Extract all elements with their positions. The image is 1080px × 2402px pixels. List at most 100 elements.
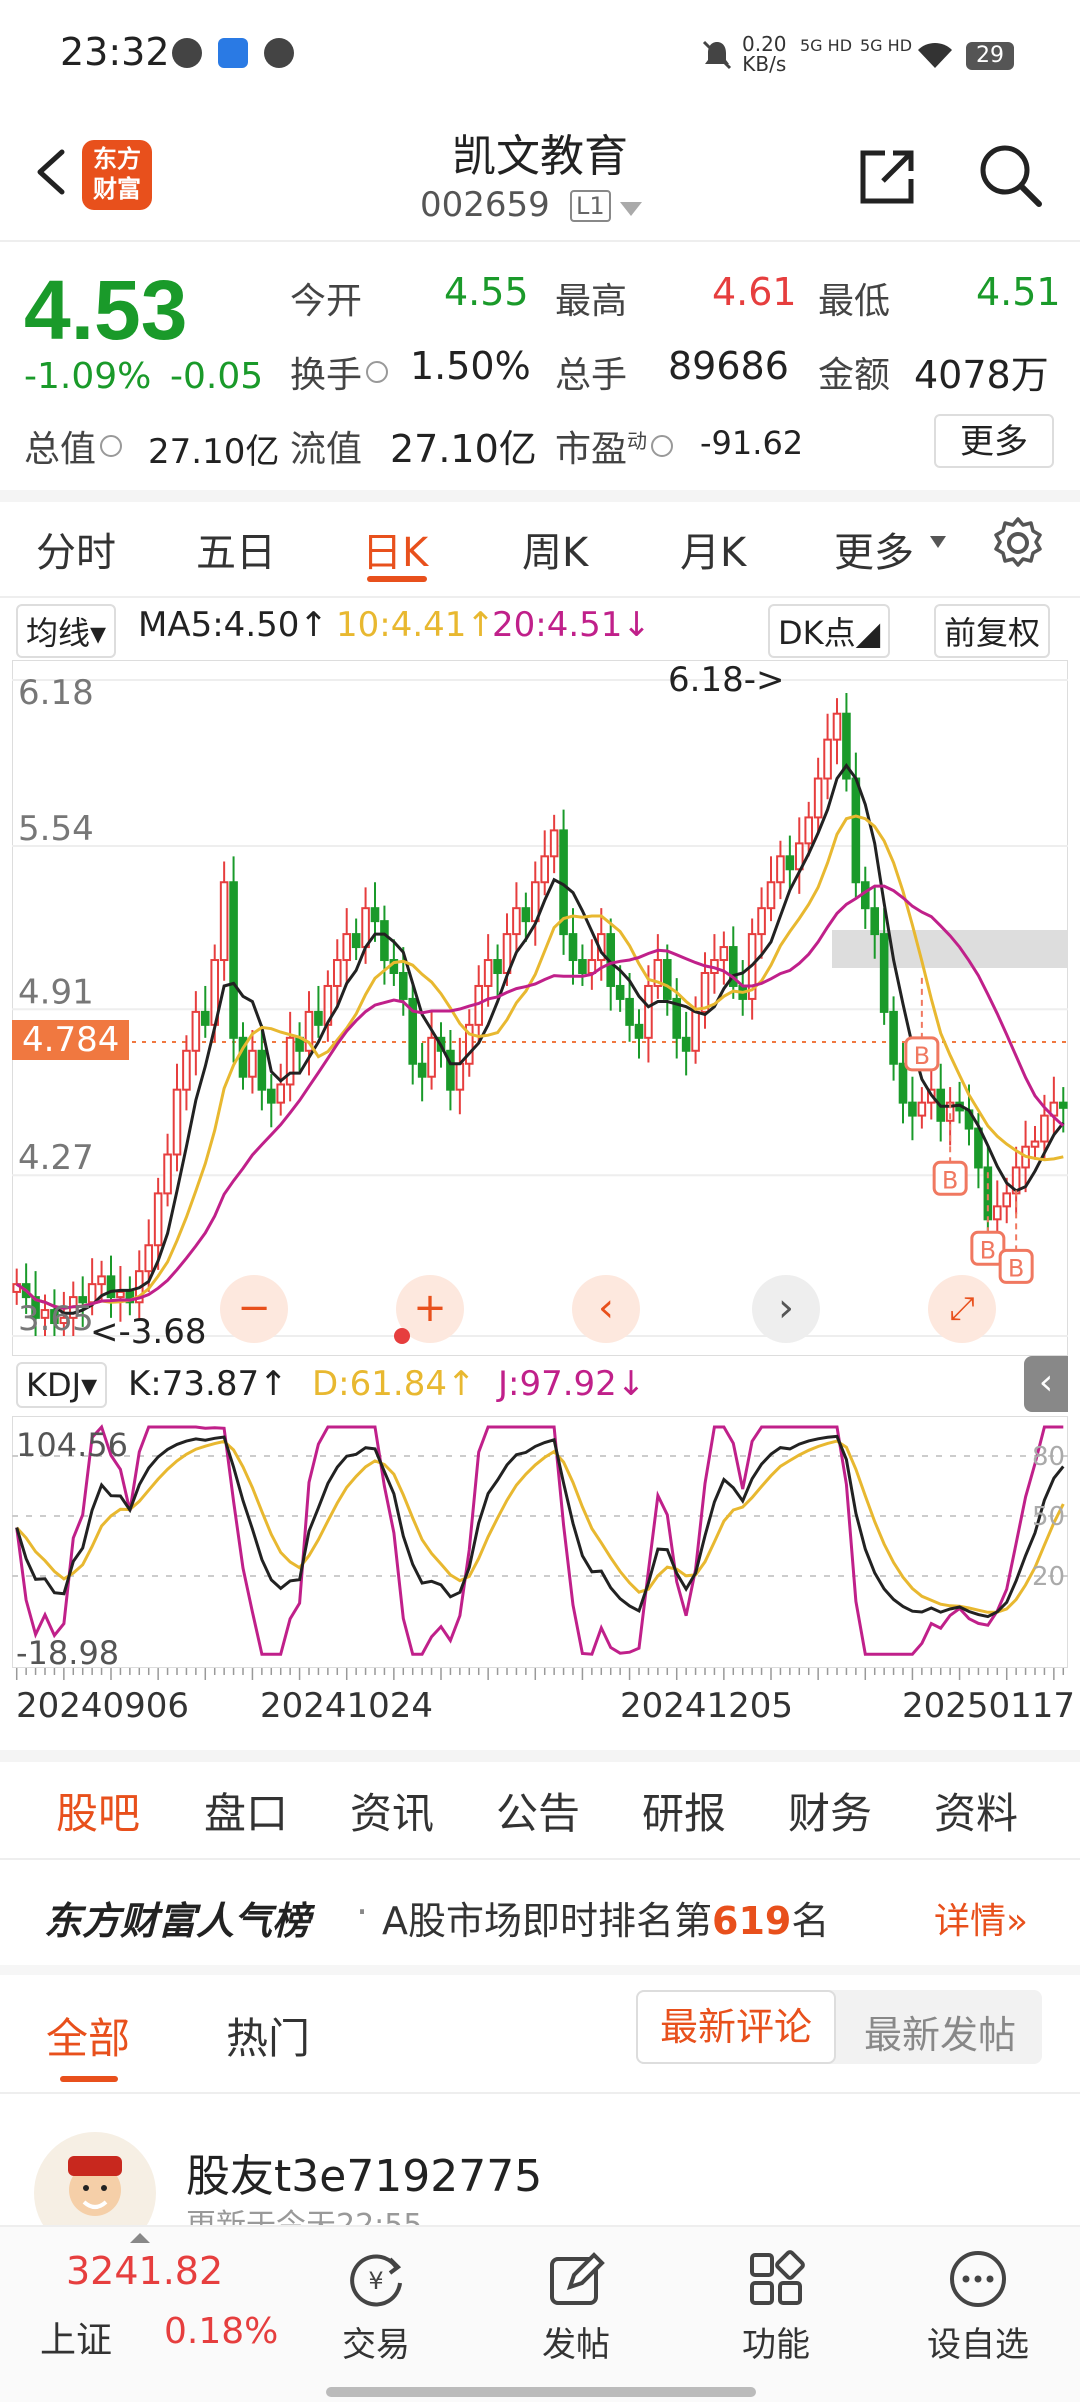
more-dots-icon (950, 2251, 1006, 2307)
share-icon[interactable] (855, 145, 919, 209)
mute-icon (702, 40, 732, 70)
rank-detail-link[interactable]: 详情» (934, 1892, 1028, 1944)
candle-body (889, 1010, 898, 1065)
tab-five-day[interactable]: 五日 (196, 520, 276, 578)
nav-add-watchlist[interactable]: 设自选 (918, 2247, 1038, 2366)
x-date-1: 20240906 (16, 1686, 190, 1726)
filter-hot[interactable]: 热门 (226, 2005, 310, 2066)
candle-body (681, 1036, 691, 1052)
tab-financials[interactable]: 财务 (788, 1780, 872, 1841)
post-username[interactable]: 股友t3e7192775 (186, 2140, 542, 2204)
tab-pankou[interactable]: 盘口 (204, 1780, 288, 1841)
tab-weekly-k[interactable]: 周K (522, 520, 588, 578)
kdj-level-80: 80 (1032, 1442, 1066, 1472)
open-value: 4.55 (444, 270, 529, 314)
indicator-selector[interactable]: KDJ▾ (16, 1362, 108, 1408)
active-tab-indicator (367, 576, 427, 582)
tab-daily-k[interactable]: 日K (362, 520, 428, 578)
bottom-navigation: 3241.82 上证 0.18% ¥ 交易 发帖 功能 设自选 (0, 2225, 1080, 2402)
tab-news[interactable]: 资讯 (350, 1780, 434, 1841)
info-icon[interactable] (651, 435, 674, 457)
candle-body (540, 855, 550, 884)
search-icon[interactable] (975, 140, 1045, 210)
sort-latest-comment[interactable]: 最新评论 (636, 1990, 836, 2064)
signal-1: 5G HD (800, 36, 853, 55)
candlestick-chart[interactable]: BBBB 6.185.544.914.273.65 (12, 660, 1068, 1356)
tab-guba[interactable]: 股吧 (56, 1780, 140, 1841)
tab-more-periods[interactable]: 更多 (834, 520, 914, 578)
info-icon[interactable] (100, 435, 123, 457)
candle-body (153, 1192, 163, 1247)
tab-announcements[interactable]: 公告 (496, 1780, 580, 1841)
fullscreen-icon[interactable]: ⤢ (928, 1275, 996, 1343)
tab-research[interactable]: 研报 (642, 1780, 726, 1841)
tab-profile[interactable]: 资料 (934, 1780, 1018, 1841)
index-percent[interactable]: 0.18% (164, 2311, 278, 2352)
kdj-y-bottom: -18.98 (16, 1634, 120, 1672)
tab-intraday[interactable]: 分时 (36, 520, 116, 578)
candle-body (493, 959, 502, 974)
eastmoney-logo[interactable]: 东方 财富 (82, 140, 152, 210)
candle-body (766, 881, 776, 910)
home-indicator[interactable] (326, 2387, 756, 2397)
low-annotation: <-3.68 (90, 1312, 207, 1352)
section-divider (0, 1965, 1080, 1975)
nav-trade[interactable]: ¥ 交易 (316, 2247, 436, 2366)
pe-value: -91.62 (700, 424, 804, 462)
x-date-4: 20250117 (902, 1686, 1076, 1726)
pe-label: 市盈动 (555, 420, 674, 472)
nav-functions[interactable]: 功能 (716, 2247, 836, 2366)
scroll-left-button[interactable]: ‹ (572, 1275, 640, 1343)
level-badge[interactable]: L1 (570, 190, 611, 222)
amount-label: 金额 (818, 355, 891, 396)
dot-indicator (394, 1328, 410, 1344)
index-name[interactable]: 上证 (40, 2311, 112, 2363)
stock-name: 凯文教育 (452, 131, 628, 182)
tab-monthly-k[interactable]: 月K (680, 520, 746, 578)
candle-body (512, 907, 521, 936)
candle-body (578, 959, 587, 974)
current-price-tag: 4.784 (12, 1020, 130, 1060)
back-arrow-icon[interactable] (24, 142, 84, 202)
candle-body (813, 777, 823, 819)
turnover-value: 1.50% (410, 344, 531, 388)
ma-selector[interactable]: 均线▾ (16, 604, 117, 658)
candle-body (342, 933, 352, 962)
candle-body (1030, 1140, 1040, 1148)
candle-body (172, 1088, 182, 1156)
candle-body (427, 1036, 436, 1078)
header-divider (0, 240, 1080, 242)
candle-body (380, 920, 389, 962)
candle-body (314, 1010, 323, 1026)
caret-down-icon[interactable] (620, 202, 642, 216)
candle-body (785, 855, 795, 871)
candle-body (776, 855, 785, 884)
info-icon[interactable] (366, 361, 389, 383)
filter-divider (0, 2092, 1080, 2094)
kdj-chart[interactable] (12, 1416, 1068, 1668)
grid-icon (750, 2250, 805, 2305)
collapse-panel-icon[interactable]: ‹ (1024, 1356, 1068, 1412)
candle-body (361, 907, 370, 949)
candle-body (908, 1101, 917, 1117)
sort-latest-post[interactable]: 最新发帖 (864, 2004, 1016, 2059)
candle-body (757, 907, 766, 936)
nav-post[interactable]: 发帖 (516, 2247, 636, 2366)
candle-body (229, 881, 238, 1039)
current-price: 4.53 (24, 263, 188, 357)
adjust-mode-button[interactable]: 前复权 (934, 604, 1051, 658)
y-tick-label: 3.65 (18, 1299, 94, 1339)
candle-body (1040, 1114, 1049, 1143)
candle-body (163, 1153, 172, 1195)
gear-icon[interactable] (990, 515, 1046, 571)
svg-text:¥: ¥ (368, 2267, 383, 2295)
candle-body (200, 1010, 210, 1026)
more-quote-button[interactable]: 更多 (934, 414, 1054, 468)
index-value[interactable]: 3241.82 (66, 2249, 223, 2293)
zoom-out-button[interactable]: − (220, 1275, 288, 1343)
scroll-right-button[interactable]: › (752, 1275, 820, 1343)
dk-point-button[interactable]: DK点◢ (768, 604, 891, 658)
change-percent: -1.09% (24, 356, 152, 397)
candle-body (182, 1049, 191, 1091)
filter-all[interactable]: 全部 (46, 2005, 130, 2066)
